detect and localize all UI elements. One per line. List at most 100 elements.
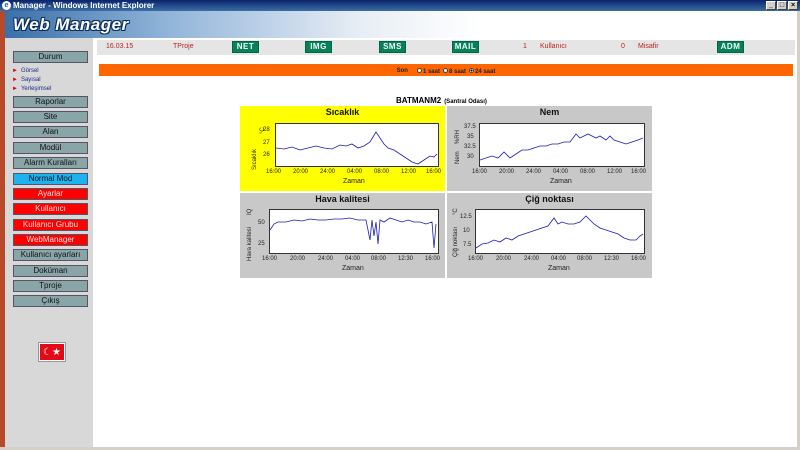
y-tick: 7.5 [463,242,472,248]
sidebar-item-ayarlar[interactable]: Ayarlar [13,188,88,200]
radio-24-saat[interactable]: 24 saat [469,67,495,75]
y-tick: 30 [467,154,474,160]
x-tick: 12:00 [401,169,417,175]
maximize-button[interactable]: □ [777,1,787,10]
y-tick: 10 [463,228,470,234]
x-tick: 08:00 [577,256,593,262]
chart-plot-area [275,123,439,167]
chart-title: Hava kalitesi [315,194,370,204]
chart-title: Sıcaklık [325,107,360,117]
x-tick: 16:00 [468,256,484,262]
chart-line [475,215,644,249]
radio-8-saat[interactable]: 8 saat [442,67,466,75]
project-name: TProje [173,43,194,50]
chart-plot-area [269,209,439,254]
current-date: 16.03.15 [106,43,134,50]
sidebar-subitem-gorsel[interactable]: ► Görsel [12,68,39,74]
sidebar-item-modul[interactable]: Modül [13,142,88,154]
chart-xlabel: Zaman [343,178,365,185]
user-label: Kullanıcı [540,43,567,50]
chart-plot-area [475,209,645,254]
station-room: (Santral Odası) [444,99,487,105]
radio-selected-icon [469,67,474,73]
sidebar-item-alan[interactable]: Alan [13,126,88,138]
sidebar-item-normal-mod[interactable]: Normal Mod [13,173,88,185]
sidebar-item-raporlar[interactable]: Raporlar [13,96,88,108]
arrow-icon: ► [12,77,18,83]
chart-ylabel: Sıcaklık [252,148,258,170]
y-tick: 27 [263,140,270,146]
station-heading: BATMANM2 (Santral Odası) [396,96,487,105]
chart-title: Nem [539,107,560,117]
header-banner: Web Manager [5,11,797,38]
sidebar-item-kullanici-grubu[interactable]: Kullanıcı Grubu [13,219,88,231]
sidebar-subitem-yerlesimsel[interactable]: ► Yerleşimsel [12,86,51,92]
sidebar-item-site[interactable]: Site [13,111,88,123]
sms-button[interactable]: SMS [379,41,406,53]
y-tick: 25 [258,241,265,247]
chart-panel-hava-kalitesi[interactable]: Hava kalitesi Hava kalitesi IQ 50 25 16:… [240,193,445,278]
x-tick: 20:00 [293,169,309,175]
chart-xlabel: Zaman [550,178,572,185]
x-tick: 16:00 [262,256,278,262]
x-tick: 08:00 [374,169,390,175]
chart-unit: IQ [247,208,253,215]
chart-panel-nem[interactable]: Nem Nem %RH 37.5 35 32.5 30 16:00 20:00 … [447,106,652,191]
chart-xlabel: Zaman [342,265,364,272]
close-button[interactable]: × [788,1,798,10]
guest-label: Misafir [638,43,659,50]
x-tick: 16:00 [426,169,442,175]
sidebar: Durum ► Görsel ► Sayısal ► Yerleşimsel Rapo… [5,38,93,447]
chart-panel-sicaklik[interactable]: Sıcaklık Sıcaklık °C 28 27 26 16:00 20:0… [240,106,445,191]
chart-ylabel: Hava kalitesi [247,226,253,261]
img-button[interactable]: IMG [305,41,332,53]
y-tick: 26 [263,152,270,158]
y-tick: 12.5 [460,214,472,220]
mail-button[interactable]: MAIL [452,41,479,53]
sidebar-item-alarm-kurallari[interactable]: Alarm Kuralları [13,157,88,169]
x-tick: 16:00 [472,169,488,175]
arrow-icon: ► [12,86,18,92]
sidebar-item-cikis[interactable]: Çıkış [13,295,88,307]
y-tick: 35 [467,134,474,140]
guest-count: 0 [621,43,625,50]
chart-line [269,217,437,249]
x-tick: 20:00 [496,256,512,262]
x-tick: 04:00 [553,169,569,175]
time-filter-label: Son [396,68,408,74]
time-filter: Son 1 saat 8 saat 24 saat [99,66,793,76]
x-tick: 16:00 [631,256,647,262]
x-tick: 08:00 [580,169,596,175]
turkish-flag-icon[interactable]: ☾★ [38,342,66,362]
x-tick: 24:00 [524,256,540,262]
sidebar-item-durum[interactable]: Durum [13,51,88,63]
ie-icon: e [2,1,11,10]
sidebar-subitem-sayisal[interactable]: ► Sayısal [12,77,41,83]
sidebar-item-tproje[interactable]: Tproje [13,280,88,292]
app-logo: Web Manager [13,15,129,34]
x-tick: 16:00 [425,256,441,262]
radio-icon [416,67,422,73]
chart-unit: °C [453,208,459,215]
x-tick: 04:00 [345,256,361,262]
sidebar-item-webmanager[interactable]: WebManager [13,234,88,246]
x-tick: 12:30 [398,256,414,262]
chart-plot-area [479,123,645,167]
x-tick: 16:00 [631,169,647,175]
y-tick: 28 [263,127,270,133]
chart-panel-cig-noktasi[interactable]: Çiğ noktası Çiğ noktası °C 12.5 10 7.5 1… [447,193,652,278]
sidebar-item-kullanici-ayarlari[interactable]: Kullanıcı ayarları [13,249,88,261]
chart-unit: %RH [455,129,461,144]
x-tick: 08:00 [371,256,387,262]
admin-button[interactable]: ADM [717,41,744,53]
chart-ylabel: Çiğ noktası [453,226,459,257]
x-tick: 04:00 [551,256,567,262]
minimize-button[interactable]: _ [766,1,776,10]
radio-1-saat[interactable]: 1 saat [416,67,440,75]
sidebar-item-kullanici[interactable]: Kullanıcı [13,203,88,215]
net-button[interactable]: NET [232,41,259,53]
chart-line [275,131,438,165]
chart-title: Çiğ noktası [525,194,574,204]
x-tick: 24:00 [318,256,334,262]
sidebar-item-dokuman[interactable]: Doküman [13,265,88,277]
